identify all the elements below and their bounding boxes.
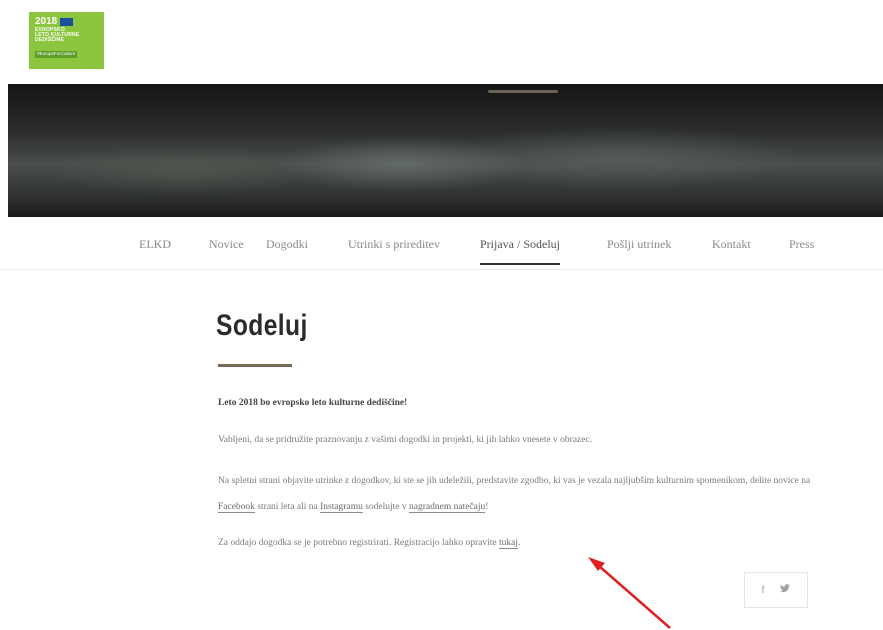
lead-text: Leto 2018 bo evropsko leto kulturne dedi…	[218, 398, 408, 408]
nav-item-elkd[interactable]: ELKD	[139, 237, 171, 252]
facebook-link[interactable]: Facebook	[218, 502, 255, 513]
logo-line-3: DEDIŠČINE	[35, 37, 65, 43]
share-paragraph-text-2: strani leta ali na	[257, 502, 318, 512]
annotation-arrow-head	[588, 557, 605, 571]
share-paragraph-text-3: sodelujte v	[365, 502, 407, 512]
nav-item-press[interactable]: Press	[789, 237, 814, 252]
page-title: Sodeluj	[216, 309, 308, 342]
logo-year-text: 2018	[35, 16, 58, 27]
facebook-icon[interactable]: f	[762, 585, 765, 596]
contest-link[interactable]: nagradnem natečaju	[409, 502, 486, 513]
share-paragraph-end: !	[485, 502, 489, 512]
share-paragraph: Na spletni strani objavite utrinke z dog…	[218, 468, 818, 520]
site-logo[interactable]: 2018 EVROPSKO LETO KULTURNE DEDIŠČINE #E…	[29, 12, 104, 69]
registration-text: Za oddajo dogodka se je potrebno registr…	[218, 538, 497, 548]
instagram-link[interactable]: Instagramu	[320, 502, 363, 513]
registration-link[interactable]: tukaj	[498, 538, 518, 549]
nav-item-poslji-utrinek[interactable]: Pošlji utrinek	[607, 237, 671, 252]
annotation-arrow-shaft	[598, 565, 671, 629]
social-share-box: f	[744, 572, 808, 608]
registration-end: .	[517, 538, 521, 548]
hero-banner-image	[8, 84, 883, 217]
nav-item-prijava-sodeluj[interactable]: Prijava / Sodeluj	[480, 237, 560, 265]
registration-paragraph: Za oddajo dogodka se je potrebno registr…	[218, 530, 818, 556]
logo-year: 2018	[35, 16, 98, 28]
nav-item-dogodki[interactable]: Dogodki	[266, 237, 308, 252]
eu-flag-icon	[60, 18, 74, 27]
share-paragraph-text-1: Na spletni strani objavite utrinke z dog…	[218, 476, 811, 486]
title-underline	[218, 364, 292, 367]
hero-decoration	[488, 90, 558, 93]
intro-paragraph: Vabljeni, da se pridružite praznovanju z…	[218, 435, 593, 445]
nav-item-kontakt[interactable]: Kontakt	[712, 237, 751, 252]
logo-tag: #EuropeForCulture	[35, 51, 78, 58]
nav-item-novice[interactable]: Novice	[209, 237, 244, 252]
nav-item-utrinki[interactable]: Utrinki s prireditev	[348, 237, 440, 252]
main-navigation: ELKD Novice Dogodki Utrinki s prireditev…	[0, 217, 883, 270]
twitter-icon[interactable]	[780, 584, 791, 596]
